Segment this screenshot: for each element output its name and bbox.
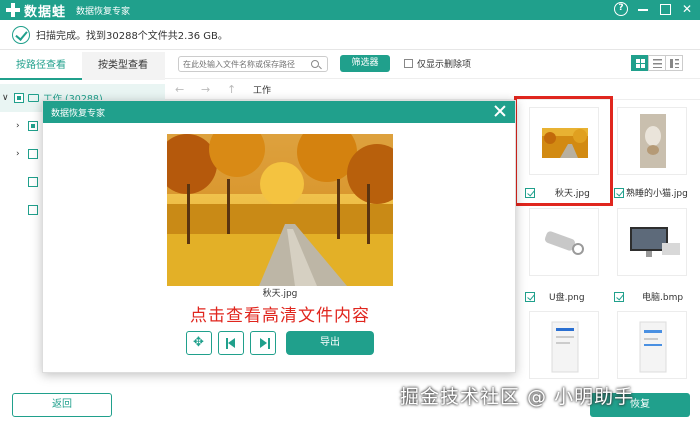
phone-screenshot-thumbnail bbox=[639, 321, 667, 373]
minimize-icon[interactable] bbox=[636, 2, 650, 16]
scan-status-text: 扫描完成。找到30288个文件共2.36 GB。 bbox=[36, 31, 228, 42]
preview-image bbox=[167, 134, 393, 286]
search-icon[interactable] bbox=[311, 60, 319, 68]
preview-file-name: 秋天.jpg bbox=[262, 289, 298, 299]
detail-view-icon[interactable] bbox=[665, 55, 683, 71]
filter-button[interactable]: 筛选器 bbox=[340, 55, 390, 72]
thumbnail-checkbox[interactable] bbox=[614, 291, 624, 302]
tab-by-path[interactable]: 按路径查看 bbox=[0, 52, 82, 80]
dialog-title: 数据恢复专家 bbox=[51, 108, 106, 119]
preview-tip-text: 点击查看高清文件内容 bbox=[190, 306, 370, 326]
thumbnail-name: 熟睡的小猫.jpg bbox=[626, 189, 688, 199]
fit-screen-icon[interactable] bbox=[186, 331, 212, 355]
thumbnail-caption[interactable]: 电脑.bmp bbox=[614, 290, 683, 303]
tree-checkbox[interactable] bbox=[14, 93, 24, 103]
tree-checkbox[interactable] bbox=[28, 205, 38, 215]
search-input[interactable] bbox=[183, 59, 311, 69]
preview-dialog: 数据恢复专家 秋天.jpg 点击查看高清文件内容 导出 bbox=[42, 100, 516, 373]
close-icon[interactable] bbox=[493, 104, 507, 118]
window-controls: ? ✕ bbox=[614, 2, 694, 16]
search-box[interactable] bbox=[178, 56, 328, 72]
thumbnail-card[interactable] bbox=[617, 208, 687, 276]
export-button[interactable]: 导出 bbox=[286, 331, 374, 355]
maximize-icon[interactable] bbox=[658, 2, 672, 16]
thumbnail-checkbox[interactable] bbox=[614, 187, 624, 198]
tree-checkbox[interactable] bbox=[28, 149, 38, 159]
next-icon[interactable] bbox=[250, 331, 276, 355]
current-path: 工作 bbox=[253, 85, 272, 96]
app-name: 数据蛙 bbox=[24, 4, 67, 20]
drive-icon bbox=[28, 94, 39, 102]
path-bar: ← → ↑ 工作 bbox=[165, 78, 700, 100]
app-subtitle: 数据恢复专家 bbox=[76, 6, 131, 17]
dialog-header: 数据恢复专家 bbox=[43, 101, 515, 123]
back-button[interactable]: 返回 bbox=[12, 393, 112, 417]
check-circle-icon bbox=[12, 25, 30, 44]
thumbnail-card[interactable] bbox=[617, 311, 687, 379]
logo-plus-icon bbox=[6, 3, 20, 17]
title-bar: 数据蛙 数据恢复专家 ? ✕ bbox=[0, 0, 700, 20]
tree-checkbox[interactable] bbox=[28, 121, 38, 131]
only-deleted-label: 仅显示删除项 bbox=[417, 60, 472, 70]
tab-by-type[interactable]: 按类型查看 bbox=[82, 52, 164, 80]
only-deleted-toggle[interactable]: 仅显示删除项 bbox=[404, 57, 471, 70]
chevron-down-icon[interactable]: ∨ bbox=[2, 93, 12, 103]
tree-checkbox[interactable] bbox=[28, 177, 38, 187]
view-mode-switcher bbox=[631, 55, 683, 71]
watermark: 掘金技术社区 @ 小明助手 bbox=[400, 386, 635, 408]
list-view-icon[interactable] bbox=[648, 55, 666, 71]
back-arrow-icon[interactable]: ← bbox=[175, 83, 191, 96]
close-window-icon[interactable]: ✕ bbox=[680, 2, 694, 16]
computer-thumbnail bbox=[630, 227, 680, 257]
app-logo: 数据蛙 bbox=[6, 1, 66, 20]
usb-thumbnail bbox=[544, 231, 584, 255]
scan-status-bar: 扫描完成。找到30288个文件共2.36 GB。 bbox=[0, 20, 700, 50]
selected-thumbnail-highlight bbox=[514, 96, 613, 206]
thumbnail-card[interactable] bbox=[529, 208, 599, 276]
thumbnail-caption[interactable]: U盘.png bbox=[525, 290, 585, 303]
thumbnail-name: 电脑.bmp bbox=[642, 293, 684, 303]
up-arrow-icon[interactable]: ↑ bbox=[227, 83, 243, 96]
thumbnail-card[interactable] bbox=[617, 107, 687, 175]
grid-view-icon[interactable] bbox=[631, 55, 649, 71]
thumbnail-caption[interactable]: 熟睡的小猫.jpg bbox=[614, 186, 688, 199]
thumbnail-card[interactable] bbox=[529, 311, 599, 379]
thumbnail-checkbox[interactable] bbox=[525, 291, 535, 302]
thumbnail-name: U盘.png bbox=[549, 293, 585, 303]
cat-thumbnail bbox=[640, 114, 666, 168]
forward-arrow-icon[interactable]: → bbox=[201, 83, 217, 96]
previous-icon[interactable] bbox=[218, 331, 244, 355]
chevron-right-icon[interactable]: › bbox=[16, 149, 26, 159]
chevron-right-icon[interactable]: › bbox=[16, 121, 26, 131]
view-tabs: 按路径查看 按类型查看 bbox=[0, 52, 165, 80]
help-icon[interactable]: ? bbox=[614, 2, 628, 16]
preview-controls bbox=[186, 331, 276, 355]
document-thumbnail bbox=[551, 321, 579, 373]
only-deleted-checkbox[interactable] bbox=[404, 59, 413, 68]
